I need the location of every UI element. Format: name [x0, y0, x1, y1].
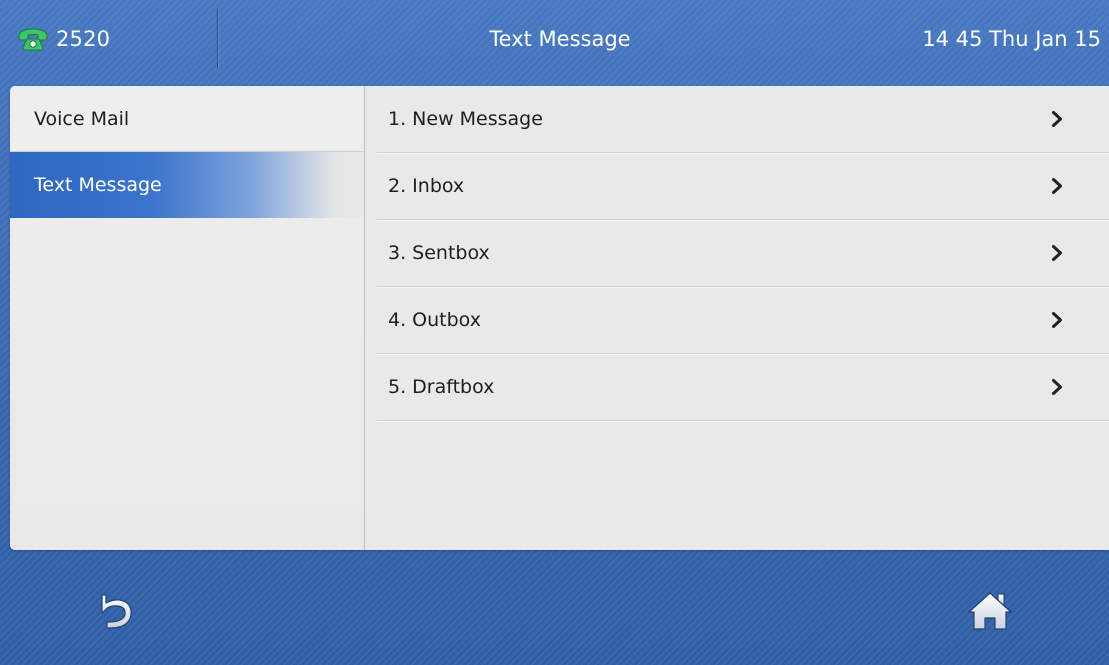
chevron-right-icon	[1052, 379, 1062, 395]
menu-item-inbox[interactable]: 2. Inbox	[377, 153, 1109, 220]
content-panel: Voice Mail Text Message 1. New Message 2…	[10, 86, 1109, 550]
menu-item-sentbox[interactable]: 3. Sentbox	[377, 220, 1109, 287]
message-menu-list: 1. New Message 2. Inbox 3. Sentbox 4. Ou…	[365, 86, 1109, 550]
chevron-right-icon	[1052, 245, 1062, 261]
title-bar: 2520 Text Message 14 45 Thu Jan 15	[0, 0, 1109, 76]
menu-item-new-message[interactable]: 1. New Message	[377, 86, 1109, 153]
menu-item-draftbox[interactable]: 5. Draftbox	[377, 354, 1109, 421]
menu-item-label: 3. Sentbox	[388, 242, 490, 264]
menu-item-label: 4. Outbox	[388, 309, 481, 331]
back-arrow-icon	[101, 594, 132, 629]
sidebar-item-voice-mail[interactable]: Voice Mail	[10, 86, 364, 152]
handset-icon	[18, 28, 48, 51]
home-icon	[968, 592, 1012, 630]
chevron-right-icon	[1052, 312, 1062, 328]
page-title: Text Message	[489, 27, 631, 51]
softkey-bar	[0, 560, 1109, 665]
title-divider	[217, 8, 218, 68]
home-button[interactable]	[962, 586, 1018, 636]
account-status[interactable]: 2520	[16, 22, 110, 56]
sidebar-item-label: Text Message	[34, 174, 162, 196]
sidebar: Voice Mail Text Message	[10, 86, 365, 550]
account-number: 2520	[56, 27, 111, 51]
menu-item-outbox[interactable]: 4. Outbox	[377, 287, 1109, 354]
chevron-right-icon	[1052, 111, 1062, 127]
chevron-right-icon	[1052, 178, 1062, 194]
menu-item-label: 1. New Message	[388, 108, 543, 130]
date-time: 14 45 Thu Jan 15	[922, 27, 1101, 51]
menu-item-label: 5. Draftbox	[388, 376, 495, 398]
sidebar-item-text-message[interactable]: Text Message	[10, 152, 364, 218]
sidebar-item-label: Voice Mail	[34, 108, 130, 130]
menu-item-label: 2. Inbox	[388, 175, 465, 197]
phone-screen: 2520 Text Message 14 45 Thu Jan 15 Voice…	[0, 0, 1109, 665]
back-button[interactable]	[88, 586, 144, 636]
